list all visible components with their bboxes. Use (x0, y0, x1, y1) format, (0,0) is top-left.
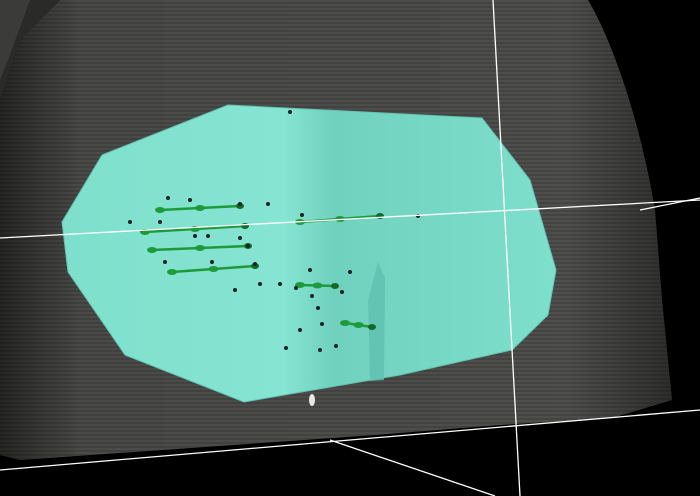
seed-marker[interactable] (320, 322, 324, 326)
seed-marker[interactable] (278, 282, 282, 286)
seed-marker[interactable] (128, 220, 132, 224)
seed-marker[interactable] (158, 220, 162, 224)
seed-marker[interactable] (334, 344, 338, 348)
seed-marker[interactable] (193, 234, 197, 238)
seed-marker[interactable] (310, 294, 314, 298)
seed-marker[interactable] (238, 202, 242, 206)
seed-marker[interactable] (266, 202, 270, 206)
seed-marker[interactable] (246, 244, 250, 248)
3d-scene[interactable] (0, 0, 700, 496)
seed-marker[interactable] (340, 290, 344, 294)
seed-marker[interactable] (233, 288, 237, 292)
seed-marker[interactable] (206, 234, 210, 238)
3d-viewport[interactable] (0, 0, 700, 496)
seed-marker[interactable] (163, 260, 167, 264)
seed-marker[interactable] (298, 328, 302, 332)
seed-marker[interactable] (238, 236, 242, 240)
seed-marker[interactable] (294, 286, 298, 290)
seed-marker[interactable] (316, 306, 320, 310)
seed-marker[interactable] (253, 262, 257, 266)
marker-artifact (309, 394, 315, 406)
seed-marker[interactable] (188, 198, 192, 202)
seed-marker[interactable] (284, 346, 288, 350)
seed-marker[interactable] (318, 348, 322, 352)
seed-marker[interactable] (210, 260, 214, 264)
seed-marker[interactable] (258, 282, 262, 286)
seed-marker[interactable] (300, 213, 304, 217)
seed-marker[interactable] (288, 110, 292, 114)
seed-marker[interactable] (166, 196, 170, 200)
crosshair-diagonal-line (329, 439, 496, 496)
seed-marker[interactable] (348, 270, 352, 274)
seed-marker[interactable] (308, 268, 312, 272)
